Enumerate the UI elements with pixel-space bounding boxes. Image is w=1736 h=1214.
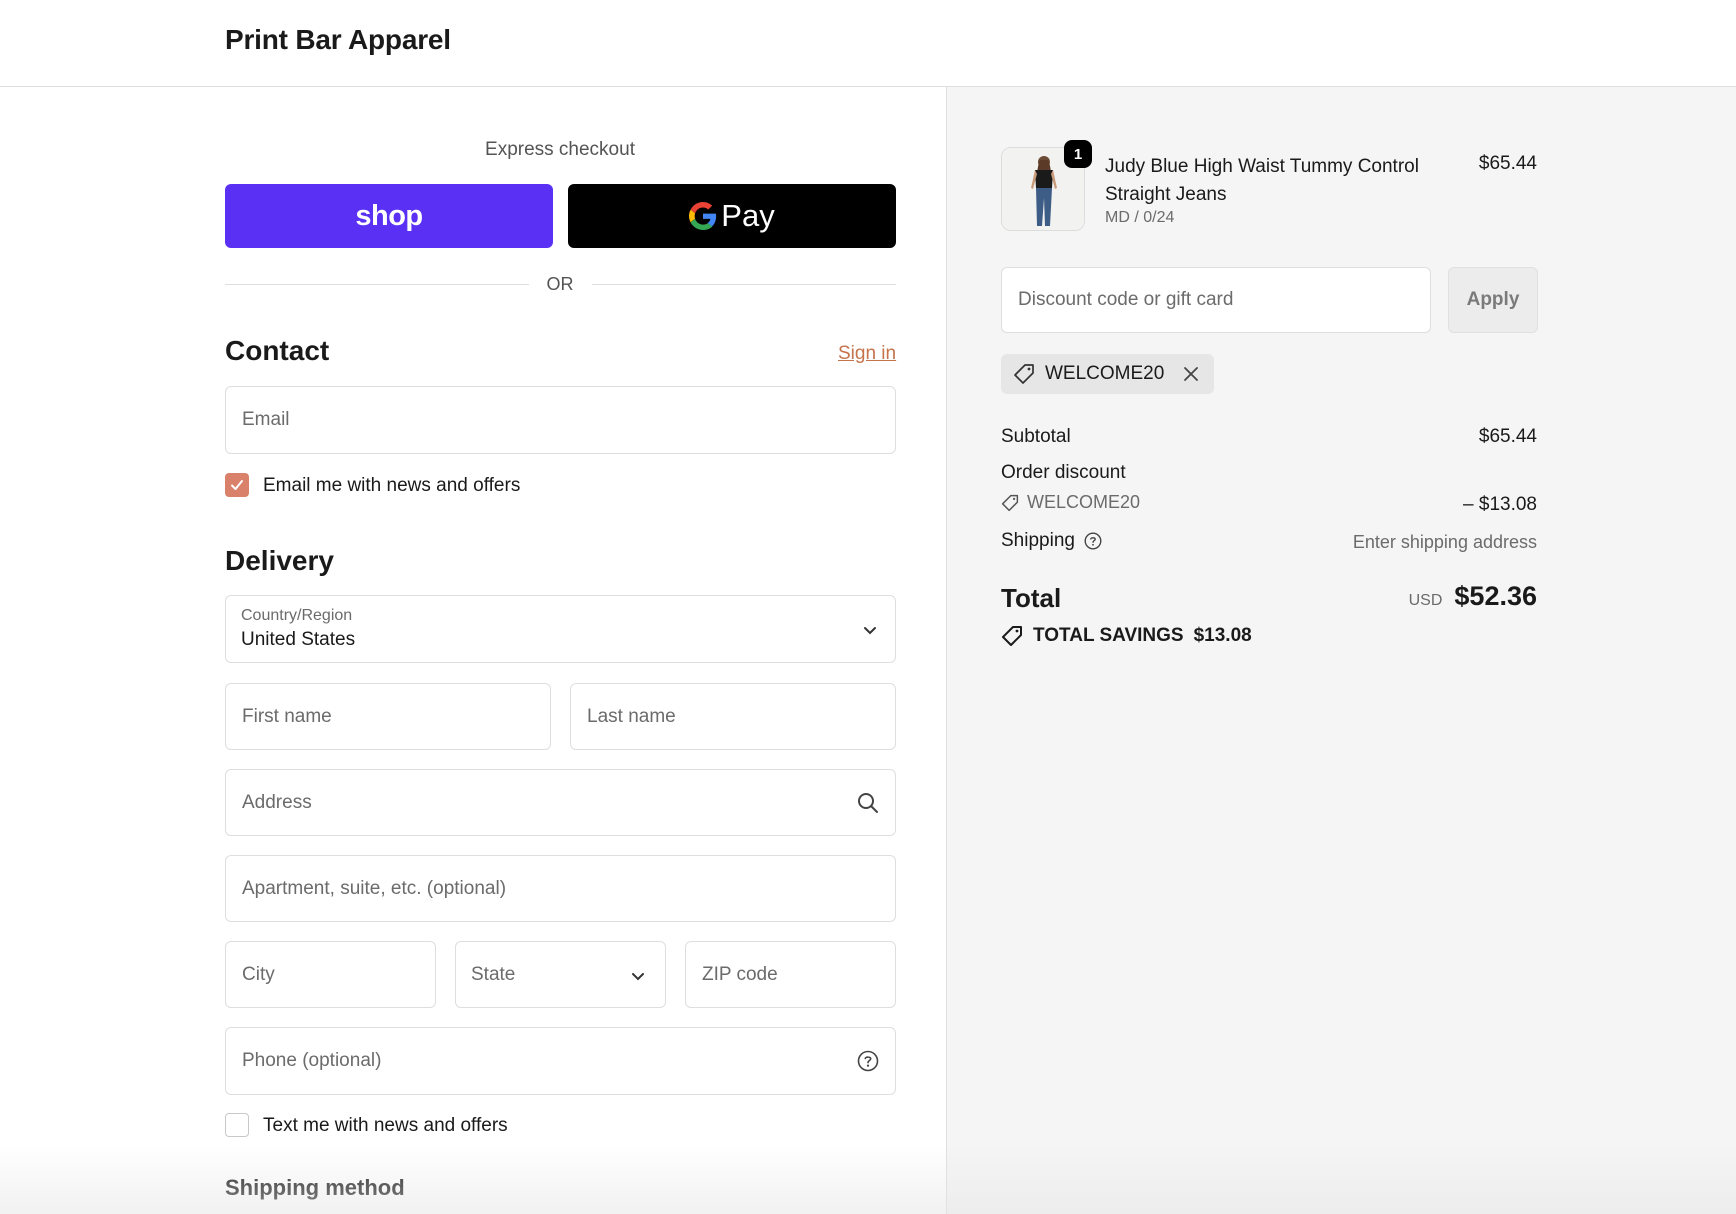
order-summary-panel: 1 Judy Blue High Waist Tummy Control Str…: [946, 87, 1736, 1214]
email-news-checkbox[interactable]: [225, 473, 249, 497]
product-price: $65.44: [1478, 153, 1537, 174]
total-amount: USD $52.36: [1277, 581, 1537, 612]
phone-input[interactable]: [226, 1028, 895, 1094]
zip-field[interactable]: [685, 941, 896, 1008]
chevron-down-icon: [632, 973, 644, 981]
total-savings-label: TOTAL SAVINGS: [1033, 625, 1184, 646]
google-g-icon: [689, 202, 717, 230]
tag-icon: [1002, 626, 1022, 646]
address-field[interactable]: [225, 769, 896, 836]
product-variant: MD / 0/24: [1105, 209, 1175, 226]
delivery-heading: Delivery: [225, 545, 334, 576]
first-name-input[interactable]: [226, 684, 550, 749]
first-name-field[interactable]: [225, 683, 551, 750]
country-select[interactable]: Country/Region United States: [225, 595, 896, 663]
total-savings-row: TOTAL SAVINGS $13.08: [1001, 625, 1252, 647]
order-discount-label: Order discount: [1001, 462, 1126, 483]
sms-news-label: Text me with news and offers: [263, 1115, 508, 1136]
sms-news-checkbox[interactable]: [225, 1113, 249, 1137]
close-icon[interactable]: [1182, 365, 1200, 383]
order-discount-code-row: WELCOME20: [1001, 492, 1140, 513]
product-title-line2: Straight Jeans: [1105, 184, 1227, 205]
product-title: Judy Blue High Waist Tummy Control Strai…: [1105, 153, 1435, 209]
email-news-label: Email me with news and offers: [263, 475, 521, 496]
checkout-form-panel: Express checkout shop Pay OR Contact Sig…: [0, 87, 946, 1214]
quantity-badge: 1: [1064, 140, 1092, 168]
sign-in-link[interactable]: Sign in: [838, 343, 896, 365]
contact-heading: Contact: [225, 335, 330, 366]
zip-input[interactable]: [686, 942, 895, 1007]
shop-pay-label: shop: [355, 199, 423, 232]
applied-discount-code: WELCOME20: [1045, 363, 1165, 384]
phone-field[interactable]: [225, 1027, 896, 1095]
product-title-line1: Judy Blue High Waist Tummy Control: [1105, 156, 1419, 177]
express-checkout-title: Express checkout: [485, 139, 635, 160]
shipping-label: Shipping: [1001, 530, 1075, 551]
last-name-field[interactable]: [570, 683, 896, 750]
help-circle-icon[interactable]: [857, 1050, 879, 1072]
check-icon: [231, 480, 243, 490]
google-pay-button[interactable]: Pay: [568, 184, 896, 248]
divider-left: [225, 284, 529, 285]
total-currency: USD: [1408, 592, 1443, 609]
order-discount-code: WELCOME20: [1027, 492, 1141, 512]
last-name-input[interactable]: [571, 684, 895, 749]
discount-code-input[interactable]: [1002, 268, 1430, 332]
address-input[interactable]: [226, 770, 895, 835]
store-name[interactable]: Print Bar Apparel: [225, 24, 451, 56]
total-savings-value: $13.08: [1193, 625, 1252, 646]
or-divider-text: OR: [546, 274, 574, 294]
city-field[interactable]: [225, 941, 436, 1008]
tag-icon: [1001, 494, 1019, 511]
apply-discount-button[interactable]: Apply: [1448, 267, 1538, 333]
email-input[interactable]: [226, 387, 895, 453]
city-input[interactable]: [226, 942, 435, 1007]
total-label: Total: [1001, 583, 1062, 613]
tag-icon: [1014, 364, 1034, 384]
apartment-field[interactable]: [225, 855, 896, 922]
total-value: $52.36: [1454, 581, 1537, 611]
shipping-row-label: Shipping: [1001, 530, 1102, 552]
country-label: Country/Region: [241, 607, 353, 624]
state-value: State: [471, 964, 516, 985]
discount-code-field[interactable]: [1001, 267, 1431, 333]
email-field[interactable]: [225, 386, 896, 454]
apartment-input[interactable]: [226, 856, 895, 921]
shop-pay-button[interactable]: shop: [225, 184, 553, 248]
applied-discount-pill: WELCOME20: [1001, 354, 1215, 394]
order-discount-value: – $13.08: [1463, 494, 1537, 515]
subtotal-label: Subtotal: [1001, 426, 1071, 447]
help-circle-icon[interactable]: [1084, 532, 1102, 550]
chevron-down-icon: [864, 627, 876, 635]
shipping-value: Enter shipping address: [1352, 532, 1537, 552]
google-pay-label: Pay: [721, 198, 775, 233]
search-icon[interactable]: [857, 792, 879, 814]
site-header: Print Bar Apparel: [0, 0, 1736, 87]
divider-right: [592, 284, 896, 285]
country-value: United States: [241, 629, 356, 650]
state-select[interactable]: State: [455, 941, 666, 1008]
shipping-method-heading: Shipping method: [225, 1175, 405, 1200]
subtotal-value: $65.44: [1478, 426, 1537, 447]
